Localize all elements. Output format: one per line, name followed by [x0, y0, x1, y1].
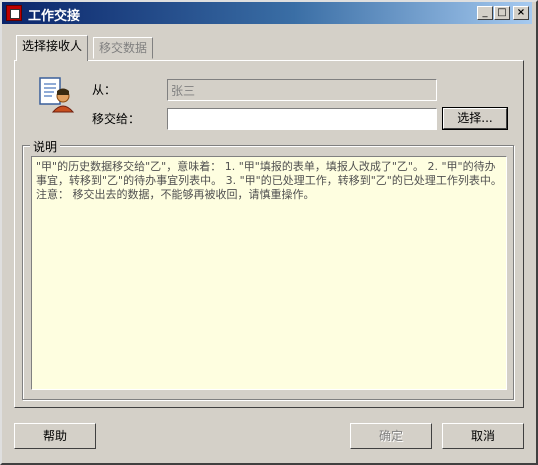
minimize-button[interactable]: _ [477, 6, 493, 20]
close-button[interactable]: × [513, 6, 529, 20]
tab-select-recipient[interactable]: 选择接收人 [16, 35, 89, 61]
select-button[interactable]: 选择... [442, 107, 508, 130]
description-text: "甲"的历史数据移交给"乙"，意味着： 1. "甲"填报的表单，填报人改成了"乙… [31, 156, 507, 390]
recipient-input[interactable] [167, 108, 437, 130]
window-title: 工作交接 [28, 9, 81, 24]
from-label: 从： [92, 83, 117, 97]
ok-button[interactable]: 确定 [350, 423, 432, 449]
app-icon [6, 5, 22, 21]
maximize-button[interactable]: □ [494, 6, 510, 20]
person-document-icon [39, 77, 74, 113]
cancel-button[interactable]: 取消 [442, 423, 524, 449]
tab-transfer-data[interactable]: 移交数据 [93, 37, 154, 59]
description-legend: 说明 [30, 138, 61, 155]
title-bar[interactable]: 工作交接 _ □ × [2, 2, 532, 24]
from-field: 张三 [167, 79, 437, 101]
to-label: 移交给： [92, 112, 141, 126]
help-button[interactable]: 帮助 [14, 423, 96, 449]
